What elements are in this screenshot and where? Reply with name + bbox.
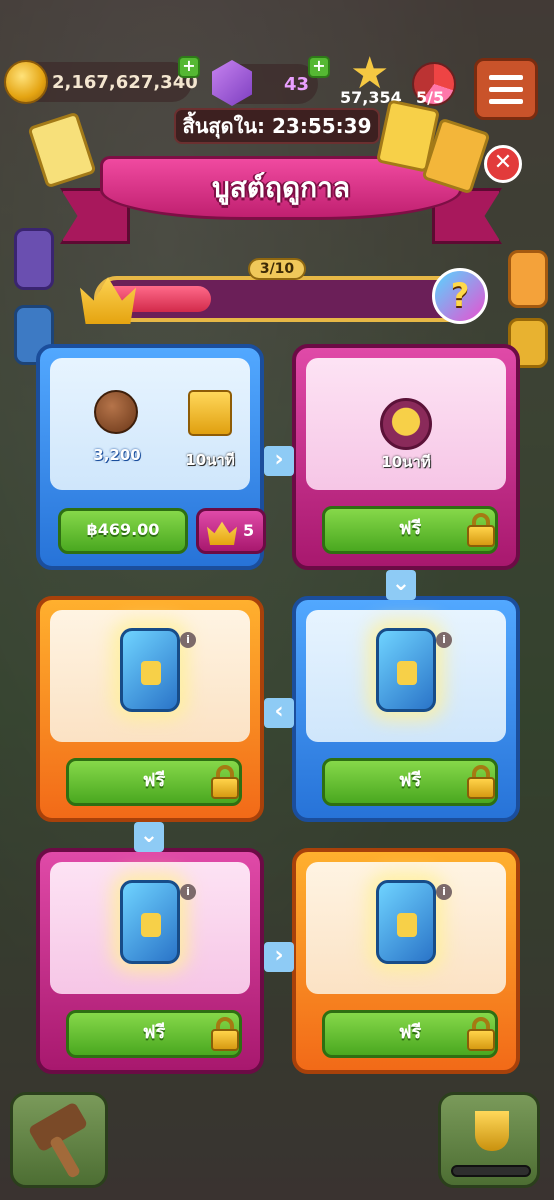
crown-icon xyxy=(207,521,237,545)
free-claim-button[interactable]: ฟรี xyxy=(66,758,242,806)
hammer-handle xyxy=(48,1134,82,1180)
buy-button[interactable]: ฿469.00 xyxy=(58,508,188,554)
crown-cost-badge: 5 xyxy=(196,508,266,554)
crown-card-icon xyxy=(188,390,232,436)
trophy-progress-bar xyxy=(451,1165,531,1177)
reward-tile-inner: 3,200 10นาที xyxy=(50,358,250,490)
reward-tile-inner: i xyxy=(306,862,506,994)
trophy-icon xyxy=(475,1111,509,1151)
lock-icon xyxy=(467,513,495,547)
info-icon[interactable]: i xyxy=(436,632,452,648)
event-progress-bar xyxy=(94,276,474,322)
reward-tile-inner: i xyxy=(50,862,250,994)
star-gift-icon xyxy=(380,398,432,450)
reward-tile-1: 3,200 10นาที ฿469.00 5 xyxy=(36,344,266,570)
info-icon[interactable]: i xyxy=(180,632,196,648)
free-claim-label: ฟรี xyxy=(142,1022,166,1043)
close-button[interactable]: ✕ xyxy=(484,145,522,183)
side-offer-icon[interactable] xyxy=(508,250,548,308)
trophy-button[interactable] xyxy=(438,1092,540,1188)
reward-tile-inner: 10นาที xyxy=(306,358,506,490)
chevron-down-icon: ⌄ xyxy=(386,570,416,600)
reward-tile-3: i ฟรี xyxy=(36,596,264,822)
free-claim-button[interactable]: ฟรี xyxy=(322,758,498,806)
free-claim-label: ฟรี xyxy=(398,1022,422,1043)
reward-tile-inner: i xyxy=(306,610,506,742)
star-gift-duration: 10นาที xyxy=(381,453,431,471)
menu-button[interactable] xyxy=(474,58,538,120)
chevron-down-icon: ⌄ xyxy=(134,822,164,852)
reward-tile-6: i ฟรี xyxy=(292,848,520,1074)
info-icon[interactable]: i xyxy=(436,884,452,900)
event-timer: สิ้นสุดใน: 23:55:39 xyxy=(174,108,380,144)
gem-value: 43 xyxy=(284,73,310,95)
side-event-icon[interactable] xyxy=(14,228,54,290)
chevron-right-icon: › xyxy=(264,446,294,476)
coin-value: 2,167,627,340 xyxy=(52,71,198,93)
chevron-left-icon: ‹ xyxy=(264,698,294,728)
lives-value: 5/5 xyxy=(416,88,445,107)
reward-tile-4: i ฟรี xyxy=(292,596,520,822)
info-icon[interactable]: i xyxy=(180,884,196,900)
lock-icon xyxy=(467,765,495,799)
lock-icon xyxy=(211,765,239,799)
reward-tile-inner: i xyxy=(50,610,250,742)
menu-icon-bar xyxy=(489,98,523,104)
chest-icon xyxy=(120,628,180,712)
event-banner: บูสต์ฤดูกาล xyxy=(27,99,502,248)
reward-tile-2: 10นาที ฟรี xyxy=(292,344,520,570)
add-coins-button[interactable]: + xyxy=(178,56,200,78)
boost-icon xyxy=(94,390,138,434)
gem-icon xyxy=(212,60,252,106)
crown-cost-value: 5 xyxy=(243,521,255,540)
coin-icon xyxy=(4,60,48,104)
coin-counter[interactable]: 2,167,627,340 xyxy=(4,60,198,104)
free-claim-button[interactable]: ฟรี xyxy=(322,506,498,554)
chest-icon xyxy=(120,880,180,964)
menu-icon-bar xyxy=(489,86,523,92)
chevron-right-icon: › xyxy=(264,942,294,972)
reward-tile-5: i ฟรี xyxy=(36,848,264,1074)
free-claim-button[interactable]: ฟรี xyxy=(322,1010,498,1058)
event-title: บูสต์ฤดูกาล xyxy=(211,171,351,204)
free-claim-label: ฟรี xyxy=(142,770,166,791)
crown-card-duration: 10นาที xyxy=(185,451,235,469)
free-claim-button[interactable]: ฟรี xyxy=(66,1010,242,1058)
gem-counter[interactable]: 43 xyxy=(212,60,318,106)
build-button[interactable] xyxy=(10,1092,108,1188)
free-claim-label: ฟรี xyxy=(398,518,422,539)
free-claim-label: ฟรี xyxy=(398,770,422,791)
lock-icon xyxy=(467,1017,495,1051)
add-gems-button[interactable]: + xyxy=(308,56,330,78)
chest-icon xyxy=(376,628,436,712)
chest-icon xyxy=(376,880,436,964)
mystery-reward-icon[interactable]: ? xyxy=(432,268,488,324)
boost-value: 3,200 xyxy=(93,446,141,464)
menu-icon-bar xyxy=(489,74,523,80)
lock-icon xyxy=(211,1017,239,1051)
event-progress-label: 3/10 xyxy=(248,258,306,280)
